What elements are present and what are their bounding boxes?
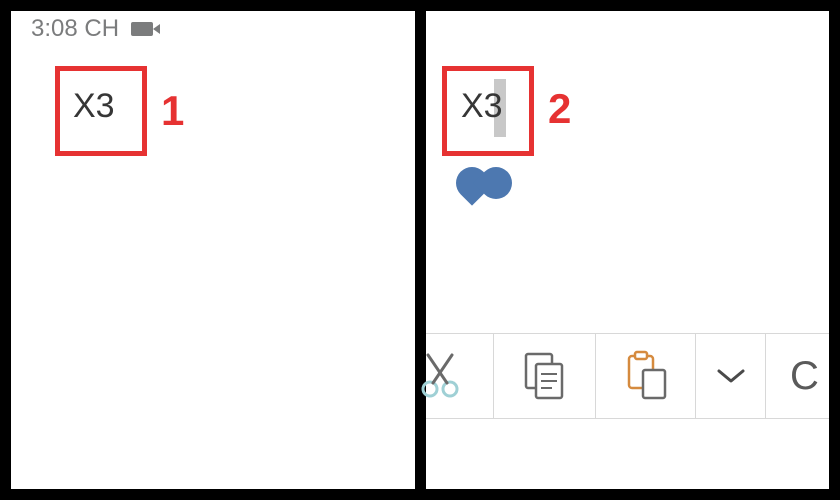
outer-frame [0,0,840,500]
